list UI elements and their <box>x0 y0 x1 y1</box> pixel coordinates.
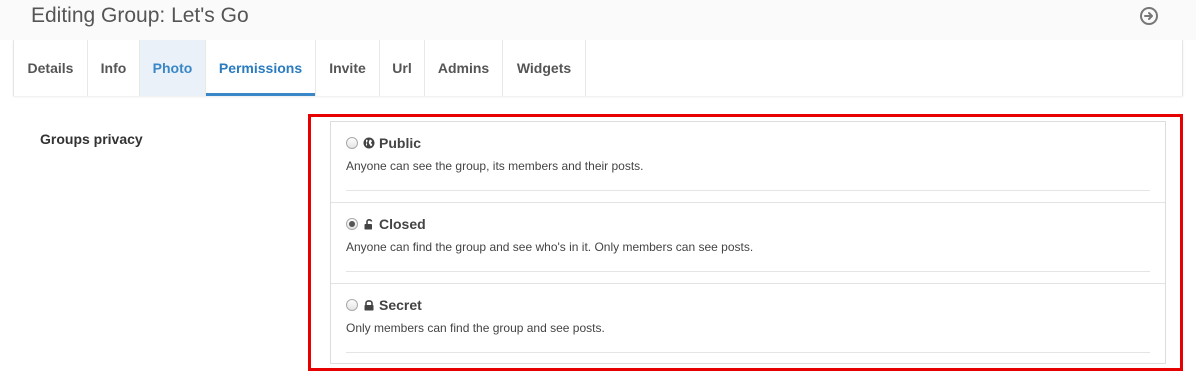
page-header: Editing Group: Let's Go <box>0 0 1196 40</box>
unlock-icon <box>364 219 373 230</box>
radio-closed[interactable] <box>346 218 358 230</box>
circle-arrow-right-icon[interactable] <box>1139 6 1159 26</box>
tab-label: Info <box>100 60 127 76</box>
tab-label: Photo <box>152 60 193 76</box>
option-description: Only members can find the group and see … <box>346 321 605 335</box>
privacy-options: Public Anyone can see the group, its mem… <box>330 121 1166 364</box>
tab-label: Url <box>392 60 412 76</box>
page-title: Editing Group: Let's Go <box>31 4 249 27</box>
radio-public[interactable] <box>346 137 358 149</box>
privacy-option-closed[interactable]: Closed Anyone can find the group and see… <box>331 203 1165 284</box>
lock-icon <box>364 300 374 311</box>
tab-invite[interactable]: Invite <box>316 40 380 96</box>
option-description: Anyone can find the group and see who's … <box>346 240 754 254</box>
radio-secret[interactable] <box>346 299 358 311</box>
option-description: Anyone can see the group, its members an… <box>346 159 644 173</box>
option-title: Closed <box>379 216 426 232</box>
tab-permissions[interactable]: Permissions <box>206 40 316 96</box>
tab-details[interactable]: Details <box>14 40 88 96</box>
tab-bar: Details Info Photo Permissions Invite Ur… <box>13 40 1183 96</box>
tab-url[interactable]: Url <box>380 40 425 96</box>
tab-label: Widgets <box>516 60 572 76</box>
groups-privacy-label: Groups privacy <box>40 131 143 147</box>
option-divider <box>346 352 1150 353</box>
tab-widgets[interactable]: Widgets <box>503 40 586 96</box>
option-divider <box>346 190 1150 191</box>
option-title: Public <box>379 135 422 151</box>
privacy-option-secret[interactable]: Secret Only members can find the group a… <box>331 284 1165 365</box>
option-title: Secret <box>379 297 422 313</box>
tab-label: Permissions <box>218 60 303 76</box>
tab-info[interactable]: Info <box>88 40 140 96</box>
privacy-option-public[interactable]: Public Anyone can see the group, its mem… <box>331 122 1165 203</box>
tab-admins[interactable]: Admins <box>425 40 503 96</box>
globe-icon <box>363 137 375 149</box>
tab-label: Details <box>27 60 74 76</box>
tab-label: Admins <box>437 60 490 76</box>
tab-label: Invite <box>329 60 366 76</box>
option-divider <box>346 271 1150 272</box>
tab-photo[interactable]: Photo <box>140 40 206 96</box>
